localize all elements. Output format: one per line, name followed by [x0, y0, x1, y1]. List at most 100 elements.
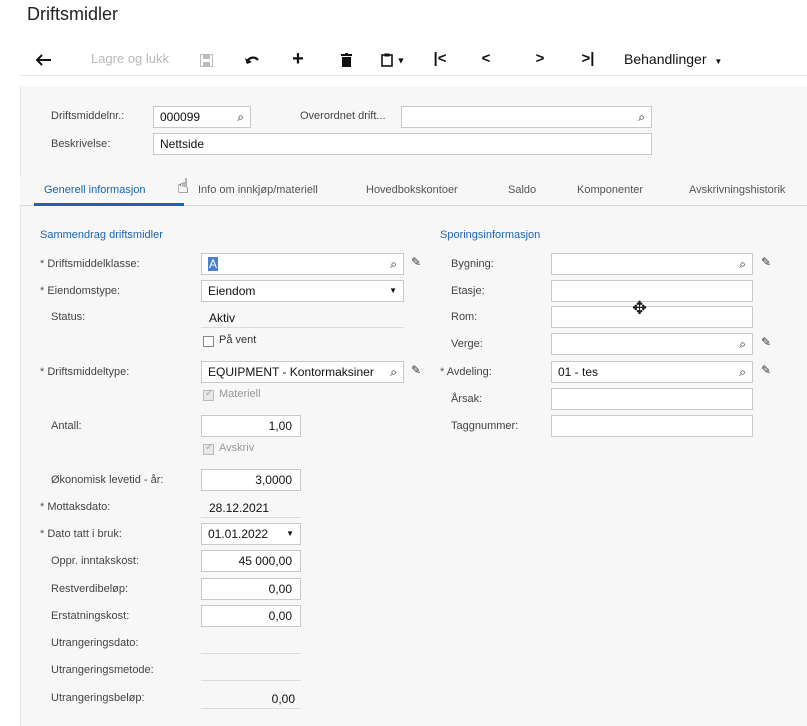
tab-depreciation-history[interactable]: Avskrivningshistorik [689, 184, 785, 196]
description-value: Nettside [160, 137, 205, 151]
undo-icon[interactable] [242, 42, 262, 76]
status-underline [201, 327, 404, 328]
asset-type-label: Driftsmiddeltype: [40, 366, 129, 378]
asset-no-label: Driftsmiddelnr.: [51, 110, 125, 122]
edit-icon[interactable]: ✎ [761, 363, 771, 377]
back-arrow-icon[interactable] [34, 42, 54, 76]
in-service-value: 01.01.2022 [208, 527, 269, 541]
disposal-date-label: Utrangeringsdato: [51, 637, 139, 649]
replacement-label: Erstatningskost: [51, 610, 130, 622]
search-icon[interactable]: ⌕ [387, 362, 397, 382]
building-field[interactable]: ⌕ [551, 253, 753, 275]
status-label: Status: [51, 311, 86, 323]
page-title: Driftsmidler [27, 4, 119, 24]
salvage-label: Restverdibeløp: [51, 583, 129, 595]
salvage-field[interactable]: 0,00 [201, 578, 301, 600]
search-icon[interactable]: ⌕ [237, 107, 244, 127]
room-label: Rom: [451, 311, 478, 323]
tab-purchase-info[interactable]: Info om innkjøp/materiell [198, 184, 318, 196]
parent-label: Overordnet drift... [300, 110, 386, 122]
description-label: Beskrivelse: [51, 138, 111, 150]
receipt-date-value: 28.12.2021 [209, 501, 270, 515]
on-hold-label: På vent [219, 334, 257, 346]
tab-balance[interactable]: Saldo [508, 184, 536, 196]
asset-class-field[interactable]: A ⌕ [201, 253, 404, 275]
tag-number-field[interactable] [551, 415, 753, 437]
prev-icon[interactable]: < [476, 42, 496, 76]
edit-icon[interactable]: ✎ [761, 255, 771, 269]
tab-general-info[interactable]: Generell informasjon [44, 184, 146, 196]
tab-components[interactable]: Komponenter [577, 184, 643, 196]
search-icon[interactable]: ⌕ [638, 107, 645, 127]
asset-no-field[interactable]: 000099 ⌕ [153, 106, 251, 128]
save-icon[interactable] [196, 42, 216, 76]
toolbar: Lagre og lukk + ▼ |< < > >| Behandlinger… [20, 42, 807, 76]
floor-label: Etasje: [451, 285, 485, 297]
custodian-field[interactable]: ⌕ [551, 333, 753, 355]
chevron-down-icon[interactable]: ▼ [286, 524, 294, 544]
actions-menu-label: Behandlinger [624, 51, 707, 67]
asset-type-field[interactable]: EQUIPMENT - Kontormaksiner ⌕ [201, 361, 404, 383]
next-icon[interactable]: > [530, 42, 550, 76]
clipboard-icon[interactable]: ▼ [378, 42, 408, 76]
first-page-icon[interactable]: |< [430, 42, 450, 76]
reason-label: Årsak: [451, 393, 483, 405]
replacement-field[interactable]: 0,00 [201, 605, 301, 627]
room-field[interactable] [551, 306, 753, 328]
disposal-amount-underline [201, 708, 301, 709]
asset-no-value: 000099 [160, 110, 201, 124]
tracking-section-title: Sporingsinformasjon [440, 229, 541, 241]
orig-cost-label: Oppr. inntakskost: [51, 555, 140, 567]
department-value: 01 - tes [558, 365, 599, 379]
disposal-date-underline [201, 653, 301, 654]
search-icon[interactable]: ⌕ [739, 254, 746, 274]
disposal-amount-label: Utrangeringsbeløp: [51, 692, 145, 704]
materiel-checkbox[interactable] [203, 388, 214, 401]
depreciate-label: Avskriv [219, 442, 255, 454]
building-label: Bygning: [451, 258, 494, 270]
property-type-select[interactable]: Eiendom ▼ [201, 280, 404, 302]
add-icon[interactable]: + [288, 42, 308, 76]
depreciate-checkbox[interactable] [203, 442, 214, 455]
search-icon[interactable]: ⌕ [390, 254, 397, 274]
receipt-date-label: Mottaksdato: [40, 501, 110, 513]
quantity-label: Antall: [51, 420, 82, 432]
active-tab-indicator [34, 203, 184, 206]
asset-type-value: EQUIPMENT - Kontormaksiner [208, 365, 374, 379]
parent-field[interactable]: ⌕ [401, 106, 652, 128]
floor-field[interactable] [551, 280, 753, 302]
actions-menu[interactable]: Behandlinger ▼ [624, 42, 734, 76]
tag-number-label: Taggnummer: [451, 420, 519, 432]
asset-class-label: Driftsmiddelklasse: [40, 258, 139, 270]
useful-life-field[interactable]: 3,0000 [201, 469, 301, 491]
disposal-method-underline [201, 680, 301, 681]
save-close-button[interactable]: Lagre og lukk [80, 42, 180, 76]
custodian-label: Verge: [451, 338, 483, 350]
property-type-value: Eiendom [208, 284, 256, 298]
search-icon[interactable]: ⌕ [739, 362, 746, 382]
hand-pointer-icon: ☝ [177, 176, 190, 198]
asset-class-value: A [208, 257, 219, 271]
last-page-icon[interactable]: >| [576, 42, 600, 76]
edit-icon[interactable]: ✎ [411, 363, 421, 377]
summary-section-title: Sammendrag driftsmidler [40, 229, 163, 241]
reason-field[interactable] [551, 388, 753, 410]
quantity-field[interactable]: 1,00 [201, 415, 301, 437]
department-field[interactable]: 01 - tes ⌕ [551, 361, 753, 383]
materiel-label: Materiell [219, 388, 261, 400]
on-hold-checkbox[interactable] [203, 336, 214, 347]
description-field[interactable]: Nettside [153, 133, 652, 155]
orig-cost-field[interactable]: 45 000,00 [201, 550, 301, 572]
edit-icon[interactable]: ✎ [761, 335, 771, 349]
property-type-label: Eiendomstype: [40, 285, 120, 297]
search-icon[interactable]: ⌕ [739, 334, 746, 354]
disposal-amount-value: 0,00 [271, 692, 295, 706]
useful-life-label: Økonomisk levetid - år: [51, 474, 164, 486]
tab-gl-accounts[interactable]: Hovedbokskontoer [366, 184, 458, 196]
in-service-date-picker[interactable]: 01.01.2022 ▼ [201, 523, 301, 545]
in-service-label: Dato tatt i bruk: [40, 528, 122, 540]
delete-icon[interactable] [336, 42, 356, 76]
chevron-down-icon[interactable]: ▼ [389, 281, 397, 301]
status-value: Aktiv [209, 311, 236, 325]
edit-icon[interactable]: ✎ [411, 255, 421, 269]
